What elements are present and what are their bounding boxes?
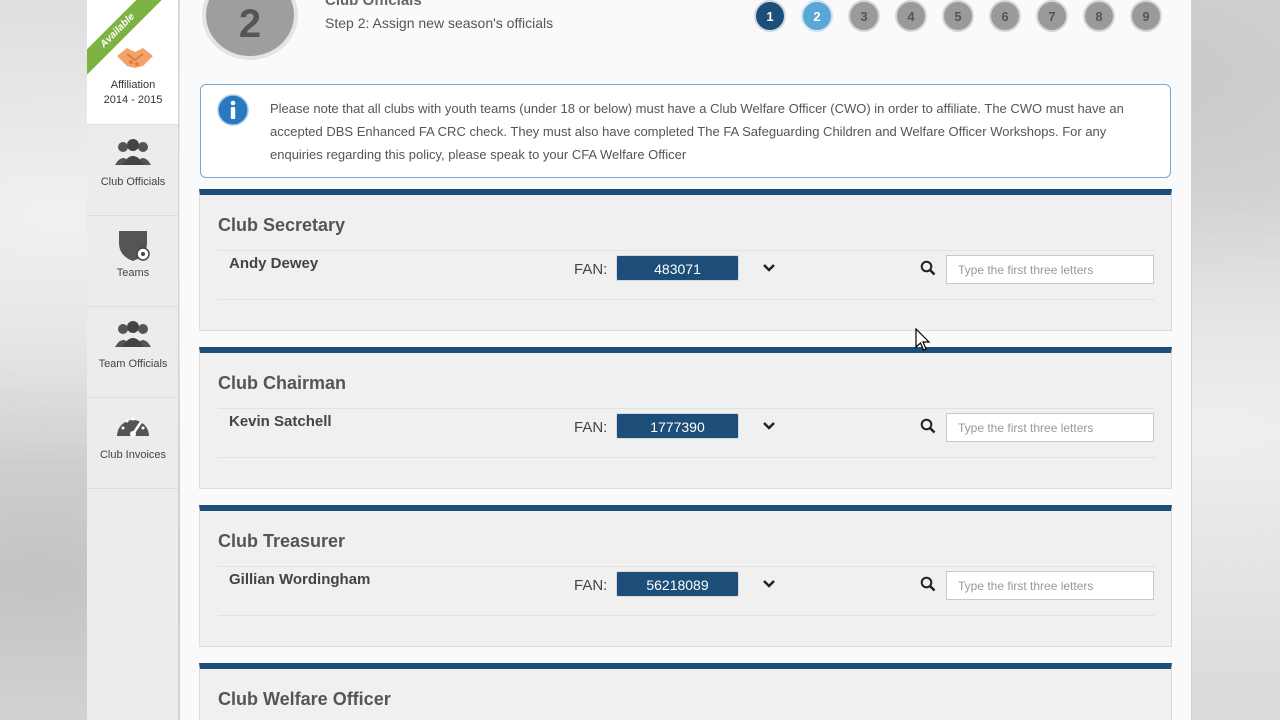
panel-club-chairman: Club Chairman Kevin Satchell FAN: 177739…	[199, 347, 1172, 489]
fan-value: 56218089	[616, 571, 739, 597]
search-icon[interactable]	[920, 418, 936, 434]
divider	[218, 299, 1155, 300]
step-4[interactable]: 4	[895, 0, 927, 32]
sidebar-item-label: Teams	[116, 267, 150, 279]
divider	[218, 457, 1155, 458]
main-content: 2 Club Officials Step 2: Assign new seas…	[180, 0, 1192, 720]
search-icon[interactable]	[920, 576, 936, 592]
step-8[interactable]: 8	[1083, 0, 1115, 32]
panel-title: Club Welfare Officer	[218, 689, 391, 709]
people-group-icon	[115, 321, 151, 347]
official-search-input[interactable]	[946, 255, 1154, 284]
fan-value: 483071	[616, 255, 739, 281]
step-7[interactable]: 7	[1036, 0, 1068, 32]
panel-title: Club Secretary	[218, 215, 346, 235]
page-title: Club Officials	[325, 0, 422, 9]
sidebar-item-teams[interactable]: Teams	[87, 216, 178, 307]
page-subtitle: Step 2: Assign new season's officials	[325, 15, 554, 31]
shield-football-icon	[119, 231, 150, 261]
sidebar-item-club-officials[interactable]: Club Officials	[87, 125, 178, 216]
step-3[interactable]: 3	[848, 0, 880, 32]
panel-club-welfare-officer: Club Welfare Officer	[199, 663, 1172, 720]
mouse-cursor-icon	[915, 328, 931, 351]
panel-title: Club Treasurer	[218, 531, 346, 551]
official-name: Andy Dewey	[229, 255, 319, 272]
panel-title: Club Chairman	[218, 373, 347, 393]
sidebar-item-label: Team Officials	[98, 358, 168, 370]
sidebar-item-label: Club Officials	[100, 176, 166, 188]
affiliation-item[interactable]: Available Affiliation 2014 - 2015	[87, 0, 178, 125]
sidebar-item-label: Club Invoices	[99, 449, 167, 461]
official-search-input[interactable]	[946, 571, 1154, 600]
info-icon	[217, 94, 249, 126]
fan-label: FAN:	[574, 419, 608, 436]
fan-label: FAN:	[574, 261, 608, 278]
step-2[interactable]: 2	[801, 0, 833, 32]
panel-club-treasurer: Club Treasurer Gillian Wordingham FAN: 5…	[199, 505, 1172, 647]
official-name: Kevin Satchell	[229, 413, 332, 430]
step-5[interactable]: 5	[942, 0, 974, 32]
handshake-icon	[117, 48, 153, 68]
chevron-down-icon[interactable]	[762, 263, 776, 273]
divider	[218, 408, 1155, 409]
panel-club-secretary: Club Secretary Andy Dewey FAN: 483071	[199, 189, 1172, 331]
affiliation-label: Affiliation 2014 - 2015	[103, 79, 163, 106]
step-9[interactable]: 9	[1130, 0, 1162, 32]
cwo-notice: Please note that all clubs with youth te…	[200, 84, 1171, 178]
divider	[218, 250, 1155, 251]
current-step-circle: 2	[202, 0, 298, 60]
step-1[interactable]: 1	[754, 0, 786, 32]
chevron-down-icon[interactable]	[762, 421, 776, 431]
official-name: Gillian Wordingham	[229, 571, 371, 588]
notice-text: Please note that all clubs with youth te…	[270, 101, 1124, 162]
chevron-down-icon[interactable]	[762, 579, 776, 589]
sidebar-item-club-invoices[interactable]: Club Invoices	[87, 398, 178, 489]
speedometer-icon	[117, 417, 149, 437]
sidebar-item-team-officials[interactable]: Team Officials	[87, 307, 178, 398]
fan-value: 1777390	[616, 413, 739, 439]
official-search-input[interactable]	[946, 413, 1154, 442]
search-icon[interactable]	[920, 260, 936, 276]
people-group-icon	[115, 139, 151, 165]
step-6[interactable]: 6	[989, 0, 1021, 32]
divider	[218, 566, 1155, 567]
divider	[218, 615, 1155, 616]
sidebar: Available Affiliation 2014 - 2015 Club O…	[87, 0, 179, 720]
fan-label: FAN:	[574, 577, 608, 594]
